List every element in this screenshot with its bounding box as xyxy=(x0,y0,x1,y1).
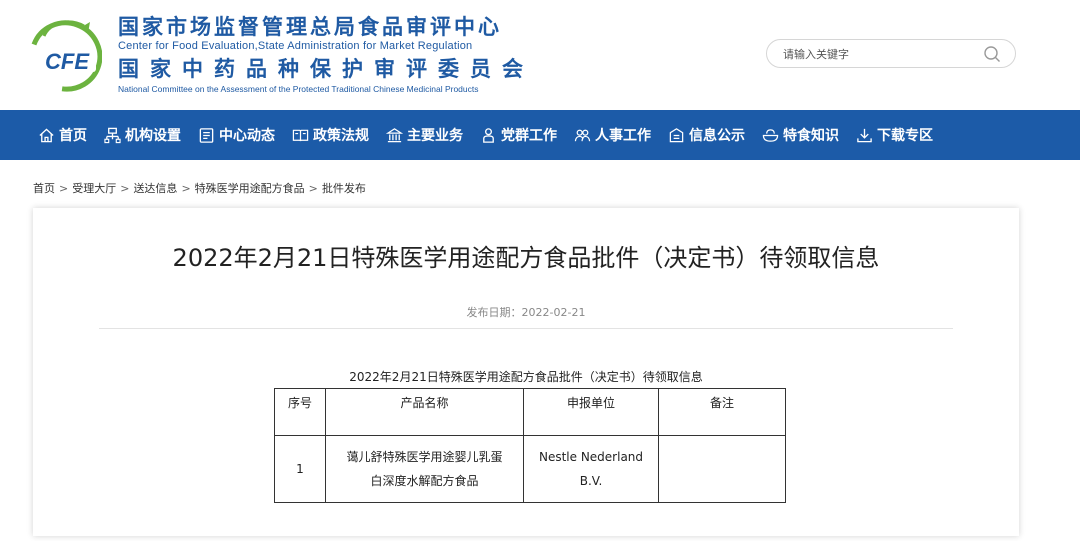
table-row: 1 蔼儿舒特殊医学用途婴儿乳蛋 白深度水解配方食品 Nestle Nederla… xyxy=(274,435,786,503)
nav-label: 中心动态 xyxy=(219,128,275,144)
org-chart-icon xyxy=(104,127,121,143)
notice-icon xyxy=(669,127,684,142)
nav-item-policy[interactable]: 政策法规 xyxy=(292,125,369,145)
applicant-line: Nestle Nederland xyxy=(538,450,644,464)
product-name-line: 蔼儿舒特殊医学用途婴儿乳蛋 xyxy=(346,450,503,464)
news-icon xyxy=(199,127,214,143)
nav-item-home[interactable]: 首页 xyxy=(38,125,87,145)
breadcrumb-home[interactable]: 首页 xyxy=(33,182,55,195)
nav-label: 首页 xyxy=(59,128,87,144)
approval-table: 序号 产品名称 申报单位 备注 1 蔼儿舒特殊医学用途婴儿乳蛋 白深度水解配方食… xyxy=(274,388,786,503)
article-card: 2022年2月21日特殊医学用途配方食品批件（决定书）待领取信息 发布日期：20… xyxy=(33,208,1019,536)
nav-item-notice[interactable]: 信息公示 xyxy=(668,125,745,145)
person-icon xyxy=(483,127,494,143)
people-icon xyxy=(574,129,591,141)
header-remark: 备注 xyxy=(658,388,786,436)
committee-name-en: National Committee on the Assessment of … xyxy=(118,84,479,94)
org-title-block: 国家市场监督管理总局食品审评中心 Center for Food Evaluat… xyxy=(118,14,534,95)
nav-item-party[interactable]: 党群工作 xyxy=(480,125,557,145)
nav-label: 主要业务 xyxy=(407,128,463,144)
nav-label: 特食知识 xyxy=(783,128,839,144)
cell-remark xyxy=(658,435,786,503)
breadcrumb-delivery[interactable]: 送达信息 xyxy=(133,182,177,195)
org-name-en: Center for Food Evaluation,State Adminis… xyxy=(118,40,473,52)
applicant-line: B.V. xyxy=(579,474,603,488)
breadcrumb-separator: > xyxy=(120,182,130,195)
breadcrumb: 首页 > 受理大厅 > 送达信息 > 特殊医学用途配方食品 > 批件发布 xyxy=(33,180,366,196)
nav-item-business[interactable]: 主要业务 xyxy=(386,125,463,145)
header-product-name: 产品名称 xyxy=(325,388,524,436)
search-input[interactable] xyxy=(783,45,973,63)
breadcrumb-hall[interactable]: 受理大厅 xyxy=(72,182,116,195)
nav-item-org[interactable]: 机构设置 xyxy=(104,125,181,145)
search-icon[interactable] xyxy=(983,45,1001,63)
nav-item-news[interactable]: 中心动态 xyxy=(198,125,275,145)
home-icon xyxy=(39,127,54,142)
bank-icon xyxy=(386,127,403,142)
cell-seq: 1 xyxy=(274,435,326,503)
nav-item-download[interactable]: 下载专区 xyxy=(856,125,933,145)
publish-date: 发布日期：2022-02-21 xyxy=(466,306,586,319)
breadcrumb-category[interactable]: 特殊医学用途配方食品 xyxy=(195,182,305,195)
org-name-cn: 国家市场监督管理总局食品审评中心 xyxy=(118,15,502,39)
committee-name-cn: 国家中药品种保护审评委员会 xyxy=(118,57,534,81)
main-nav: 首页 机构设置 中心动态 政策法规 主要业务 党群工作 人事工作 信息公示 特食… xyxy=(0,110,1080,160)
breadcrumb-separator: > xyxy=(181,182,191,195)
nav-label: 政策法规 xyxy=(313,128,369,144)
logo-text: CFE xyxy=(45,49,90,74)
table-header-row: 序号 产品名称 申报单位 备注 xyxy=(274,388,786,436)
nav-label: 党群工作 xyxy=(501,128,557,144)
nav-label: 人事工作 xyxy=(595,128,651,144)
nav-item-hr[interactable]: 人事工作 xyxy=(574,125,651,145)
site-header: CFE 国家市场监督管理总局食品审评中心 Center for Food Eva… xyxy=(0,0,1080,110)
breadcrumb-separator: > xyxy=(308,182,318,195)
header-seq: 序号 xyxy=(274,388,326,436)
cell-product-name: 蔼儿舒特殊医学用途婴儿乳蛋 白深度水解配方食品 xyxy=(325,435,524,503)
cell-applicant: Nestle Nederland B.V. xyxy=(523,435,659,503)
product-name-line: 白深度水解配方食品 xyxy=(370,474,479,488)
divider xyxy=(99,328,953,329)
breadcrumb-separator: > xyxy=(59,182,69,195)
search-box xyxy=(766,39,1016,68)
article-title: 2022年2月21日特殊医学用途配方食品批件（决定书）待领取信息 xyxy=(172,244,880,272)
nav-label: 信息公示 xyxy=(689,128,745,144)
table-caption: 2022年2月21日特殊医学用途配方食品批件（决定书）待领取信息 xyxy=(349,370,703,384)
download-icon xyxy=(857,128,872,142)
breadcrumb-current[interactable]: 批件发布 xyxy=(322,182,366,195)
cfe-logo-icon[interactable]: CFE xyxy=(30,14,102,94)
nav-item-food[interactable]: 特食知识 xyxy=(762,125,839,145)
nav-label: 机构设置 xyxy=(125,128,181,144)
header-applicant: 申报单位 xyxy=(523,388,659,436)
nav-label: 下载专区 xyxy=(877,128,933,144)
law-icon xyxy=(292,129,309,141)
food-icon xyxy=(762,128,779,142)
